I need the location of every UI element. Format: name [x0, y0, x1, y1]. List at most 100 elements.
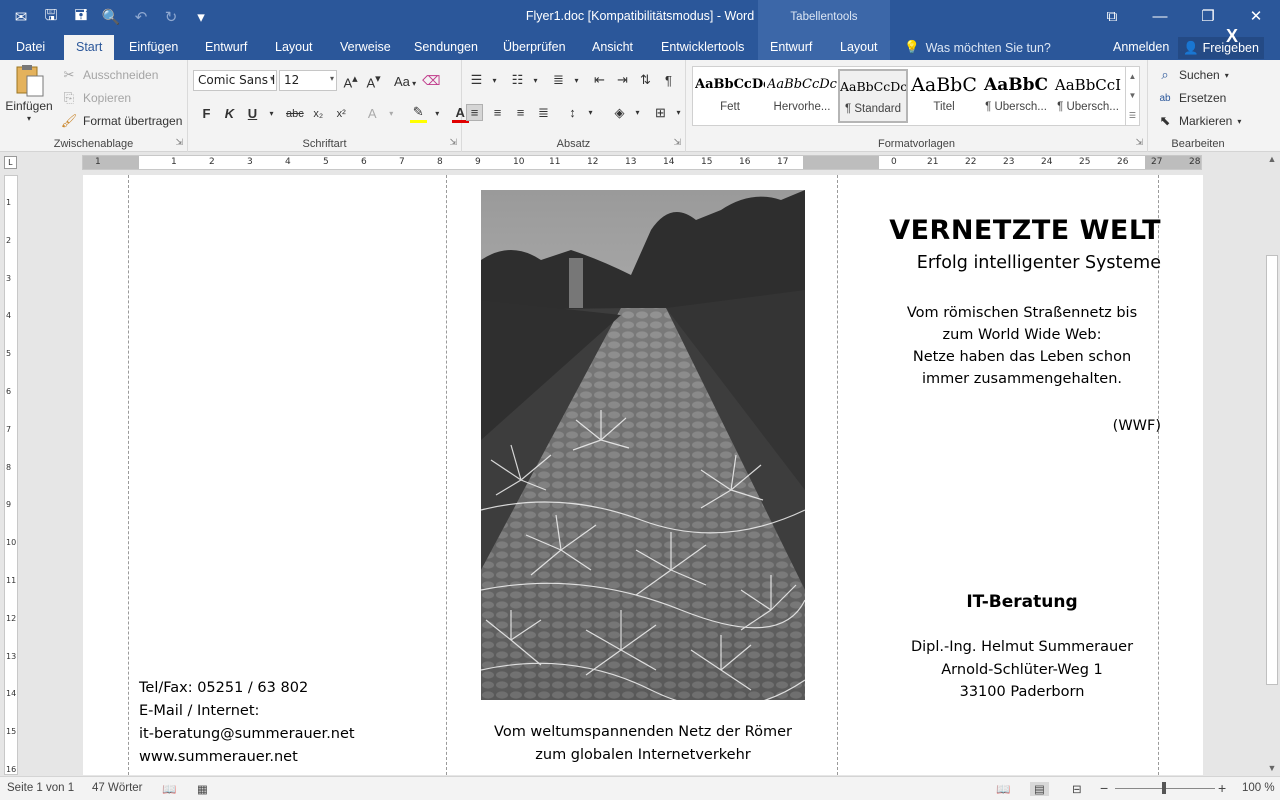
- zoom-level[interactable]: 100 %: [1242, 782, 1275, 794]
- save-icon[interactable]: 🖫: [38, 5, 64, 29]
- shading-dropdown-icon[interactable]: ▾: [629, 108, 646, 117]
- align-left-button[interactable]: ≡: [466, 104, 483, 121]
- line-spacing-dropdown-icon[interactable]: ▾: [582, 108, 599, 117]
- scroll-thumb[interactable]: [1266, 255, 1278, 685]
- tab-table-layout[interactable]: Layout: [824, 35, 890, 60]
- align-center-button[interactable]: ≡: [489, 105, 506, 120]
- paragraph-launcher-icon[interactable]: ⇲: [673, 137, 681, 148]
- redo-icon[interactable]: ↻: [158, 5, 184, 29]
- borders-dropdown-icon[interactable]: ▾: [670, 108, 687, 117]
- tab-table-entwurf[interactable]: Entwurf: [758, 35, 824, 60]
- clear-formatting-icon[interactable]: ⌫: [422, 73, 440, 89]
- line-spacing-icon[interactable]: ↕: [564, 105, 581, 120]
- save-as-icon[interactable]: 🖬: [68, 5, 94, 29]
- share-button[interactable]: 👤 Freigeben: [1178, 37, 1264, 59]
- vertical-scrollbar[interactable]: ▲ ▼: [1264, 152, 1280, 775]
- cut-button[interactable]: ✂ Ausschneiden: [60, 66, 159, 84]
- grow-font-icon[interactable]: A▴: [342, 72, 359, 90]
- web-layout-icon[interactable]: ⊟: [1072, 782, 1082, 796]
- highlight-dropdown-icon[interactable]: ▾: [429, 109, 446, 118]
- highlight-icon[interactable]: ✎: [409, 104, 427, 123]
- justify-button[interactable]: ≣: [535, 105, 552, 121]
- find-button[interactable]: ⌕ Suchen ▾: [1156, 66, 1228, 84]
- multilevel-dropdown-icon[interactable]: ▾: [568, 76, 585, 85]
- roman-road-photo[interactable]: [481, 190, 805, 700]
- tab-verweise[interactable]: Verweise: [340, 35, 391, 60]
- vertical-ruler[interactable]: 1234567891011121314151617: [4, 175, 18, 775]
- style-ueberschrift-1[interactable]: AaBbC ¶ Übersch...: [981, 69, 1051, 123]
- underline-button[interactable]: U: [244, 106, 261, 121]
- paste-button[interactable]: Einfügen ▾: [5, 64, 53, 123]
- customize-qat-icon[interactable]: ▾: [188, 5, 214, 29]
- tab-layout[interactable]: Layout: [275, 35, 313, 60]
- tab-start[interactable]: Start: [64, 35, 115, 60]
- touch-mode-icon[interactable]: ✉: [8, 5, 34, 29]
- tab-entwicklertools[interactable]: Entwicklertools: [661, 35, 744, 60]
- close-icon[interactable]: ✕: [1232, 0, 1280, 32]
- strikethrough-button[interactable]: abc: [286, 108, 304, 120]
- font-name-input[interactable]: Comic Sans I ▾: [193, 70, 277, 91]
- borders-icon[interactable]: ⊞: [652, 105, 669, 121]
- print-preview-icon[interactable]: 🔍: [98, 5, 124, 29]
- style-fett[interactable]: AaBbCcDd Fett: [695, 69, 765, 123]
- horizontal-ruler[interactable]: 1 1 2 3 4 5 6 7 8 9 10 11 12 13 14 15 16 17 0 21 22 23 24 25 26 2…: [82, 155, 1202, 170]
- undo-icon[interactable]: ↶: [128, 5, 154, 29]
- style-titel[interactable]: AaBbC Titel: [909, 69, 979, 123]
- clipboard-launcher-icon[interactable]: ⇲: [175, 137, 183, 148]
- select-button[interactable]: ⬉ Markieren ▾: [1156, 112, 1242, 130]
- tab-ueberpruefen[interactable]: Überprüfen: [503, 35, 566, 60]
- numbering-icon[interactable]: ☷: [509, 72, 526, 88]
- increase-indent-icon[interactable]: ⇥: [614, 72, 631, 88]
- tab-ansicht[interactable]: Ansicht: [592, 35, 633, 60]
- tab-selector[interactable]: L: [4, 156, 17, 169]
- page-count[interactable]: Seite 1 von 1: [7, 782, 74, 794]
- style-standard[interactable]: AaBbCcDc ¶ Standard: [838, 69, 908, 123]
- proofing-icon[interactable]: 📖: [162, 782, 176, 796]
- font-launcher-icon[interactable]: ⇲: [449, 137, 457, 148]
- sign-in-link[interactable]: Anmelden: [1113, 40, 1169, 54]
- styles-launcher-icon[interactable]: ⇲: [1135, 137, 1143, 148]
- print-layout-icon[interactable]: ▤: [1030, 782, 1049, 796]
- zoom-in-icon[interactable]: +: [1218, 780, 1226, 796]
- restore-icon[interactable]: ❐: [1184, 0, 1232, 32]
- shrink-font-icon[interactable]: A▾: [365, 72, 382, 90]
- word-count[interactable]: 47 Wörter: [92, 782, 143, 794]
- gallery-up-icon[interactable]: ▲: [1129, 72, 1137, 81]
- italic-button[interactable]: K: [221, 106, 238, 121]
- read-mode-icon[interactable]: 📖: [996, 782, 1010, 796]
- bullets-icon[interactable]: ☰: [468, 72, 485, 88]
- align-right-button[interactable]: ≡: [512, 105, 529, 120]
- tell-me-search[interactable]: 💡 Was möchten Sie tun?: [904, 40, 1051, 55]
- tab-einfuegen[interactable]: Einfügen: [129, 35, 178, 60]
- style-ueberschrift-2[interactable]: AaBbCcI ¶ Übersch...: [1053, 69, 1123, 123]
- text-effects-dropdown-icon[interactable]: ▾: [383, 109, 400, 118]
- pilcrow-icon[interactable]: ¶: [660, 73, 677, 88]
- copy-button[interactable]: ⎘ Kopieren: [60, 89, 131, 107]
- zoom-out-icon[interactable]: −: [1100, 780, 1108, 796]
- gallery-down-icon[interactable]: ▼: [1129, 91, 1137, 100]
- font-size-input[interactable]: 12 ▾: [279, 70, 337, 91]
- gallery-more-icon[interactable]: ☰: [1129, 111, 1136, 120]
- format-painter-button[interactable]: 🖌 Format übertragen: [60, 112, 183, 130]
- replace-button[interactable]: ab Ersetzen: [1156, 89, 1226, 107]
- shading-icon[interactable]: ◈: [611, 105, 628, 121]
- tab-datei[interactable]: Datei: [16, 35, 45, 60]
- font-name-dropdown-icon[interactable]: ▾: [270, 74, 274, 83]
- style-hervorhebung[interactable]: AaBbCcDc Hervorhe...: [767, 69, 837, 123]
- multilevel-list-icon[interactable]: ≣: [550, 72, 567, 88]
- bold-button[interactable]: F: [198, 106, 215, 121]
- macro-icon[interactable]: ▦: [197, 782, 208, 796]
- ribbon-display-options-icon[interactable]: ⧉: [1088, 0, 1136, 32]
- numbering-dropdown-icon[interactable]: ▾: [527, 76, 544, 85]
- font-size-dropdown-icon[interactable]: ▾: [330, 74, 334, 83]
- tab-entwurf[interactable]: Entwurf: [205, 35, 247, 60]
- sort-icon[interactable]: ⇅: [637, 72, 654, 88]
- change-case-button[interactable]: Aa ▾: [394, 74, 416, 89]
- scroll-down-icon[interactable]: ▼: [1264, 763, 1280, 773]
- decrease-indent-icon[interactable]: ⇤: [591, 72, 608, 88]
- superscript-button[interactable]: x²: [333, 108, 350, 120]
- bullets-dropdown-icon[interactable]: ▾: [486, 76, 503, 85]
- scroll-up-icon[interactable]: ▲: [1264, 154, 1280, 164]
- subscript-button[interactable]: x₂: [310, 108, 327, 120]
- tab-sendungen[interactable]: Sendungen: [414, 35, 478, 60]
